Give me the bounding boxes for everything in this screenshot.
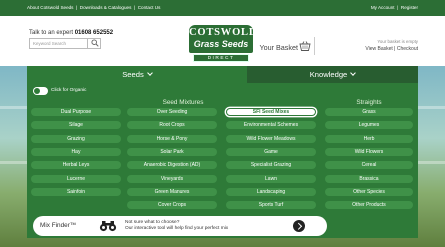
phone-number[interactable]: 01608 652552 <box>75 30 113 36</box>
top-navigation-bar: About Cotswold Seeds | Downloads & Catal… <box>0 0 445 16</box>
menu-item-dual-purpose[interactable]: Dual Purpose <box>31 108 121 116</box>
column-title-seed-mixtures: Seed Mixtures <box>162 99 204 106</box>
menu-item-lawn[interactable]: Lawn <box>226 174 316 183</box>
menu-item-environmental-schemes[interactable]: Environmental Schemes <box>226 121 316 130</box>
divider <box>314 37 315 55</box>
view-basket-link[interactable]: View Basket <box>365 46 392 52</box>
menu-item-grazing[interactable]: Grazing <box>31 134 121 143</box>
straights-item-brassica[interactable]: Brassica <box>325 174 413 183</box>
straights-item-other-species[interactable]: Other Species <box>325 187 413 196</box>
basket-label[interactable]: Your Basket <box>260 43 299 52</box>
binoculars-icon <box>99 221 117 232</box>
menu-item-vineyards[interactable]: Vineyards <box>127 174 217 183</box>
menu-item-wild-flower-meadows[interactable]: Wild Flower Meadows <box>226 134 316 143</box>
menu-item-root-crops[interactable]: Root Crops <box>127 121 217 130</box>
menu-item-solar-park[interactable]: Solar Park <box>127 147 217 156</box>
basket-status: Your basket is empty <box>377 39 418 44</box>
seeds-mega-menu: Seeds Knowledge Click for Organic Seed M… <box>27 66 418 238</box>
search-input[interactable]: Keyword Search <box>33 41 66 46</box>
chevron-down-icon <box>350 70 357 76</box>
top-links-right: My Account | Register <box>370 5 418 10</box>
menu-item-sfi-seed-mixes[interactable]: SFI Seed Mixes <box>226 108 316 116</box>
search-box: Keyword Search <box>29 38 101 49</box>
column-title-straights: Straights <box>356 99 382 106</box>
menu-item-sports-turf[interactable]: Sports Turf <box>226 201 316 210</box>
mix-finder-banner[interactable]: Mix Finder™ Not sure what to choose? Our… <box>33 216 327 236</box>
straights-item-cereal[interactable]: Cereal <box>325 161 413 170</box>
menu-item-cover-crops[interactable]: Cover Crops <box>127 201 217 210</box>
chevron-down-icon <box>146 70 153 76</box>
link-downloads[interactable]: Downloads & Catalogues <box>80 5 132 10</box>
checkout-link[interactable]: Checkout <box>397 46 418 52</box>
menu-item-lucerne[interactable]: Lucerne <box>31 174 121 183</box>
straights-item-wild-flowers[interactable]: Wild Flowers <box>325 147 413 156</box>
search-icon <box>91 39 99 47</box>
menu-item-horse-pony[interactable]: Horse & Pony <box>127 134 217 143</box>
mix-finder-description: Our interactive tool will help find your… <box>125 226 229 231</box>
tab-knowledge[interactable]: Knowledge <box>247 66 418 83</box>
menu-item-silage[interactable]: Silage <box>31 121 121 130</box>
menu-item-game[interactable]: Game <box>226 147 316 156</box>
basket-links: View Basket | Checkout <box>365 46 418 52</box>
straights-item-grass[interactable]: Grass <box>325 108 413 116</box>
link-my-account[interactable]: My Account <box>371 5 395 10</box>
mix-finder-go-button[interactable] <box>293 220 305 232</box>
menu-item-sainfoin[interactable]: Sainfoin <box>31 187 121 196</box>
menu-item-green-manures[interactable]: Green Manures <box>127 187 217 196</box>
menu-item-over-seeding[interactable]: Over Seeding <box>127 108 217 116</box>
top-links-left: About Cotswold Seeds | Downloads & Catal… <box>27 5 161 10</box>
straights-item-legumes[interactable]: Legumes <box>325 121 413 130</box>
straights-item-other-products[interactable]: Other Products <box>325 201 413 210</box>
tab-seeds[interactable]: Seeds <box>27 66 247 83</box>
menu-item-landscaping[interactable]: Landscaping <box>226 187 316 196</box>
phone-line: Talk to an expert 01608 652552 <box>29 30 114 36</box>
link-contact[interactable]: Contact Us <box>138 5 161 10</box>
mix-finder-title: Mix Finder™ <box>40 222 77 229</box>
menu-item-herbal-leys[interactable]: Herbal Leys <box>31 161 121 170</box>
search-button[interactable] <box>87 38 102 49</box>
menu-item-hay[interactable]: Hay <box>31 147 121 156</box>
organic-toggle[interactable] <box>33 87 48 95</box>
menu-tabs: Seeds Knowledge <box>27 66 418 83</box>
link-register[interactable]: Register <box>401 5 418 10</box>
link-about[interactable]: About Cotswold Seeds <box>27 5 73 10</box>
menu-item-specialist-grazing[interactable]: Specialist Grazing <box>226 161 316 170</box>
organic-label: Click for Organic <box>51 88 87 93</box>
menu-item-anaerobic-digestion-ad[interactable]: Anaerobic Digestion (AD) <box>127 161 217 170</box>
site-header: Talk to an expert 01608 652552 Keyword S… <box>0 16 445 66</box>
site-logo[interactable]: COTSWOLD Grass Seeds DIRECT <box>182 23 260 63</box>
straights-item-herb[interactable]: Herb <box>325 134 413 143</box>
mix-finder-question: Not sure what to choose? <box>125 220 180 225</box>
basket-icon[interactable] <box>299 40 311 52</box>
